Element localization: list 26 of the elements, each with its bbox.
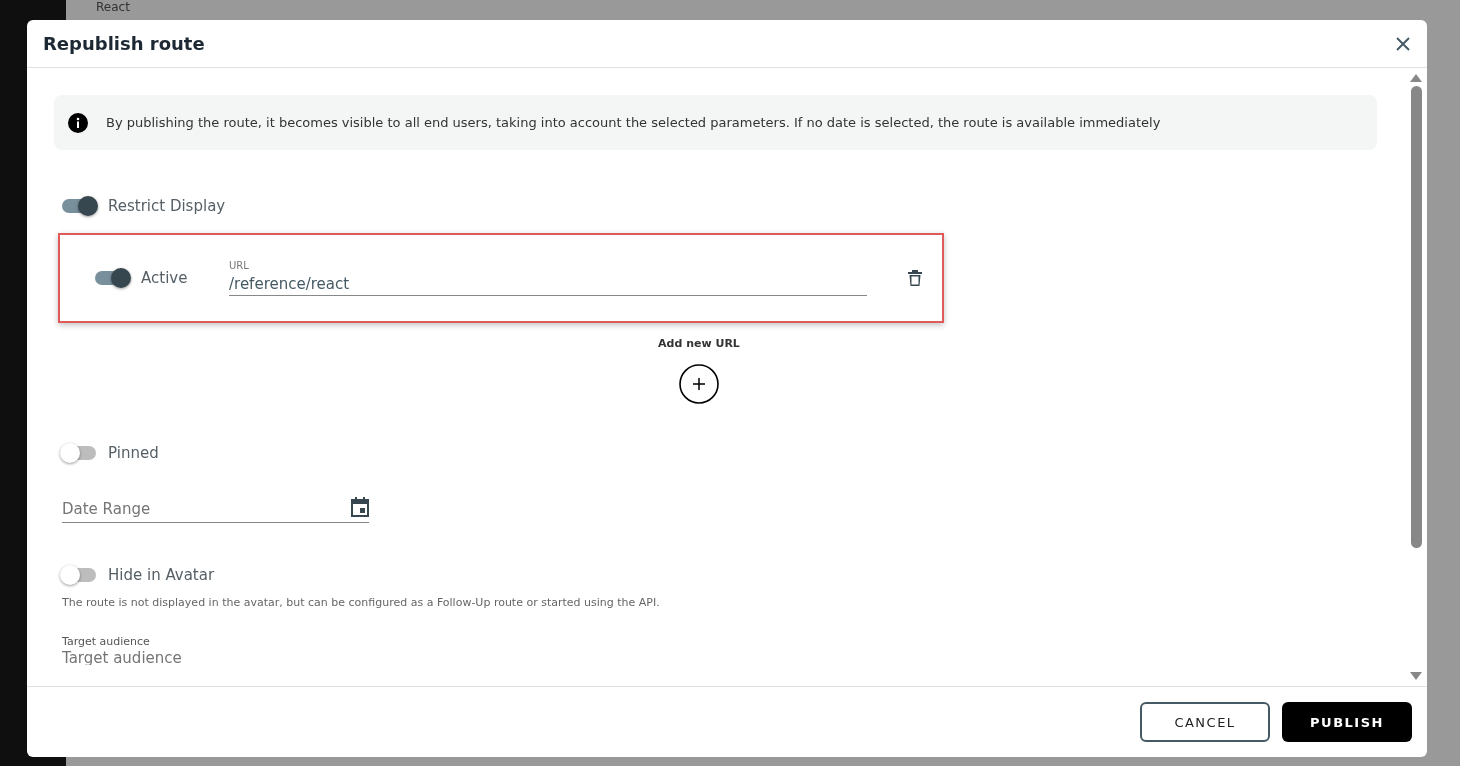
close-icon[interactable]: [1395, 35, 1411, 52]
toggle-switch[interactable]: [62, 568, 96, 582]
toggle-switch[interactable]: [95, 271, 129, 285]
cancel-button[interactable]: CANCEL: [1140, 702, 1270, 742]
publish-button[interactable]: PUBLISH: [1282, 702, 1412, 742]
info-icon: [68, 112, 88, 133]
trash-icon[interactable]: [907, 269, 923, 287]
date-range-field[interactable]: Date Range: [62, 496, 351, 518]
url-field[interactable]: /reference/react: [229, 271, 867, 296]
page-subtitle: React: [96, 0, 131, 14]
dialog-title: Republish route: [43, 33, 205, 54]
toggle-label: Pinned: [108, 444, 159, 462]
toggle-label: Active: [141, 269, 189, 287]
field-label: URL: [229, 260, 250, 271]
toggle-switch[interactable]: [62, 199, 96, 213]
toggle-label: Hide in Avatar: [108, 566, 215, 584]
field-label: Target audience: [62, 635, 151, 648]
calendar-icon[interactable]: [351, 497, 369, 517]
hint-text: The route is not displayed in the avatar, but can be configured as a Follow-Up route or started using the API.: [62, 596, 661, 609]
scrollbar-thumb[interactable]: [1410, 86, 1422, 548]
scroll-down-icon[interactable]: [1410, 672, 1422, 680]
info-text: By publishing the route, it becomes visible to all end users, taking into account the selected parameters. If no date is selected, the route is available immediately: [106, 115, 1161, 130]
add-url-label: Add new URL: [658, 337, 740, 350]
toggle-label: Restrict Display: [108, 197, 226, 215]
toggle-switch[interactable]: [62, 446, 96, 460]
add-icon[interactable]: [679, 364, 719, 404]
